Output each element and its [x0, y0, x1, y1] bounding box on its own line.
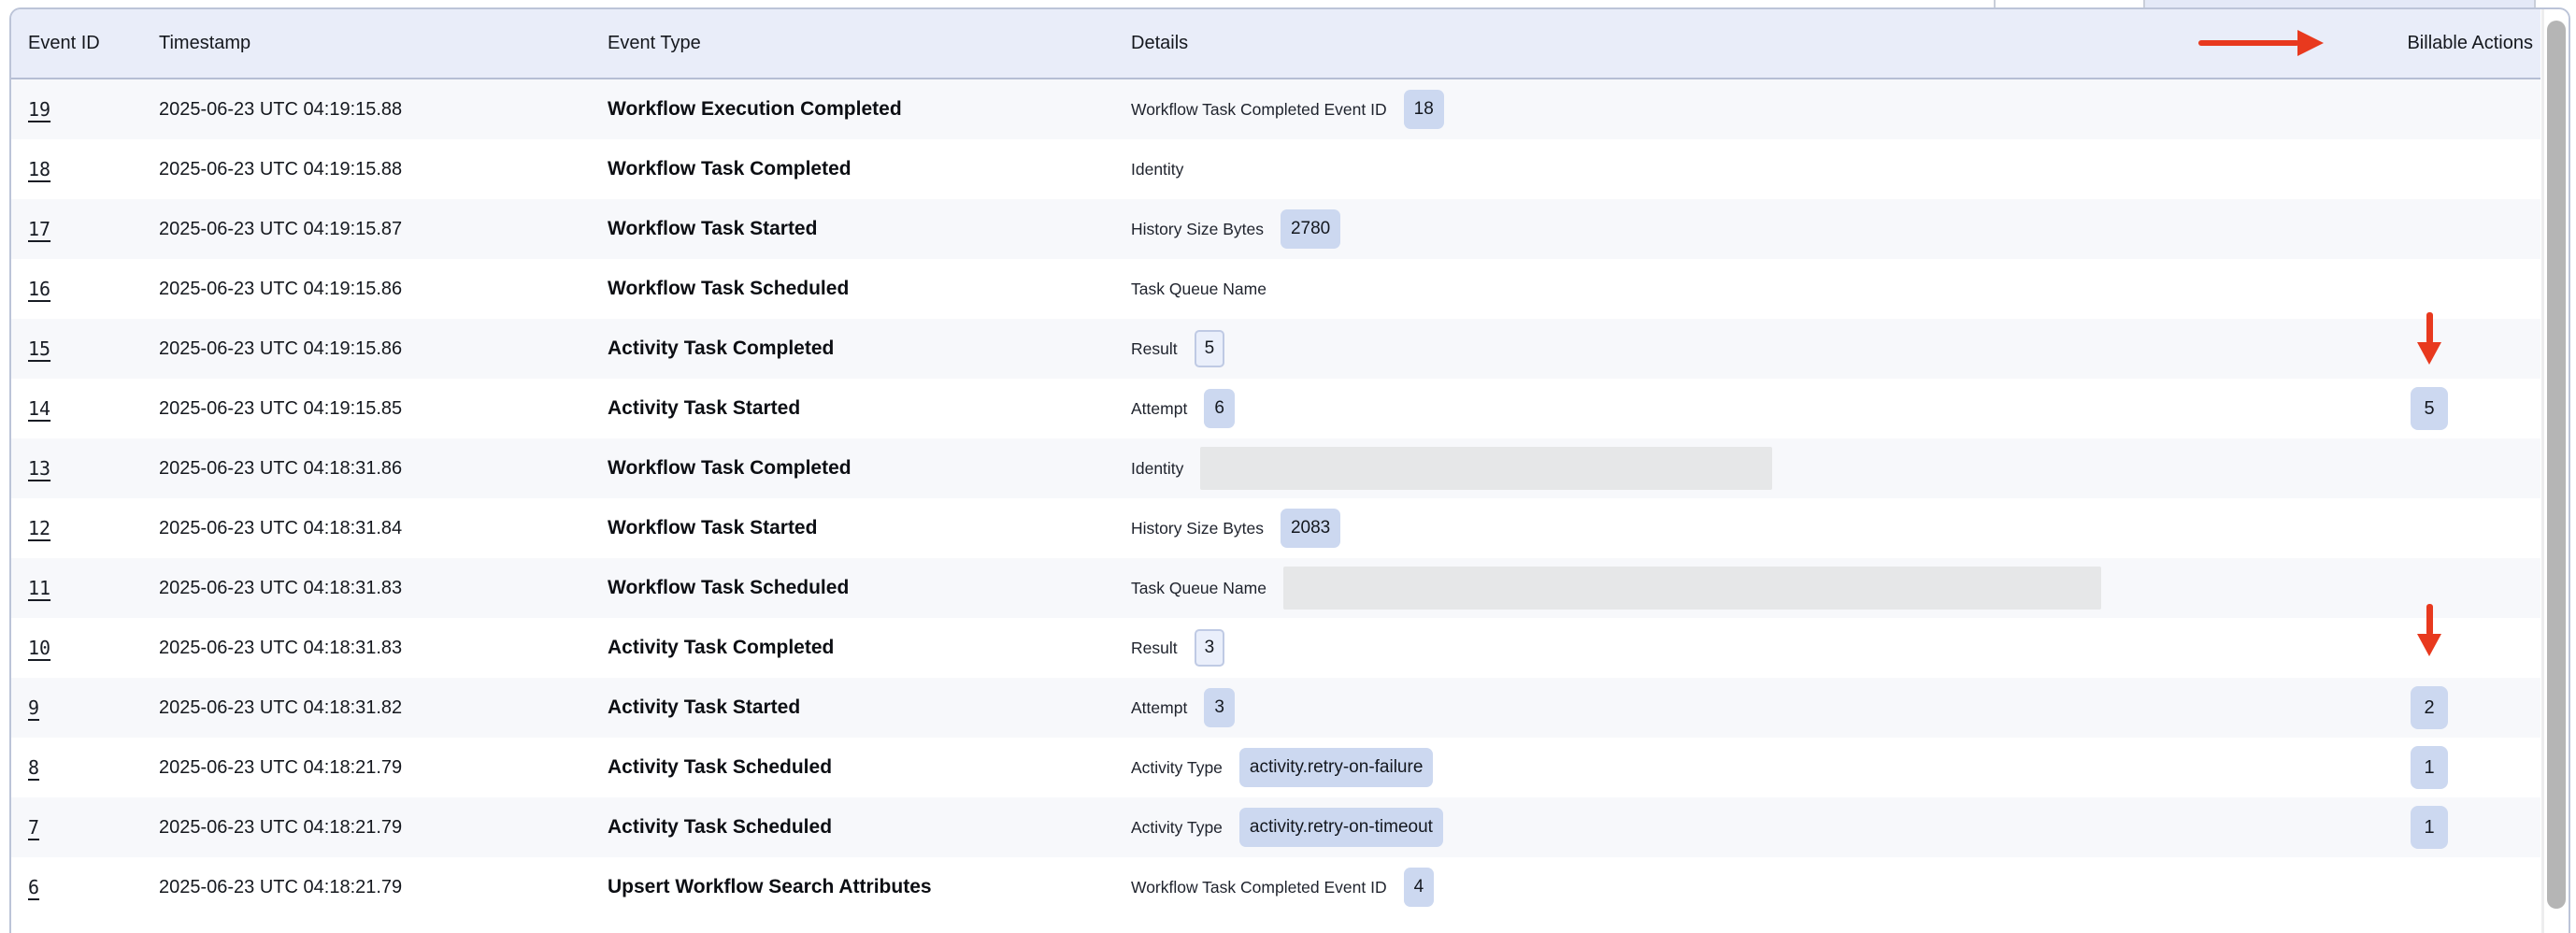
event-type: Workflow Task Completed	[608, 457, 852, 479]
redacted-value-block	[1283, 567, 2101, 610]
event-timestamp: 2025-06-23 UTC 04:18:31.84	[159, 518, 402, 538]
event-history-table: Event ID Timestamp Event Type Details Bi…	[9, 7, 2570, 933]
detail-value-badge: 2083	[1281, 509, 1340, 549]
event-timestamp: 2025-06-23 UTC 04:19:15.88	[159, 99, 402, 120]
event-id-link[interactable]: 15	[28, 337, 50, 360]
detail-label: Attempt	[1131, 399, 1187, 419]
event-id-link[interactable]: 18	[28, 158, 50, 180]
event-id-link[interactable]: 19	[28, 98, 50, 121]
event-timestamp: 2025-06-23 UTC 04:18:21.79	[159, 877, 402, 897]
event-type: Activity Task Started	[608, 397, 800, 419]
event-timestamp: 2025-06-23 UTC 04:18:21.79	[159, 757, 402, 778]
detail-value-badge: 3	[1204, 688, 1235, 728]
table-row[interactable]: 10 2025-06-23 UTC 04:18:31.83 Activity T…	[11, 618, 2540, 678]
table-row[interactable]: 11 2025-06-23 UTC 04:18:31.83 Workflow T…	[11, 558, 2540, 618]
detail-label: Workflow Task Completed Event ID	[1131, 878, 1387, 897]
table-row[interactable]: 16 2025-06-23 UTC 04:19:15.86 Workflow T…	[11, 259, 2540, 319]
billable-actions-value: 2	[2411, 686, 2448, 729]
detail-label: Result	[1131, 339, 1178, 359]
detail-value-badge: 6	[1204, 389, 1235, 429]
event-id-link[interactable]: 8	[28, 756, 39, 779]
table-row[interactable]: 14 2025-06-23 UTC 04:19:15.85 Activity T…	[11, 379, 2540, 438]
event-type: Workflow Task Started	[608, 517, 817, 538]
event-type: Activity Task Scheduled	[608, 816, 832, 838]
table-row[interactable]: 6 2025-06-23 UTC 04:18:21.79 Upsert Work…	[11, 857, 2540, 917]
detail-value-badge: 3	[1195, 629, 1225, 667]
detail-value-badge: 5	[1195, 330, 1225, 368]
table-header-row: Event ID Timestamp Event Type Details Bi…	[11, 9, 2540, 79]
detail-value-badge: 2780	[1281, 209, 1340, 250]
event-timestamp: 2025-06-23 UTC 04:18:21.79	[159, 817, 402, 838]
detail-label: Result	[1131, 639, 1178, 658]
event-timestamp: 2025-06-23 UTC 04:19:15.88	[159, 159, 402, 179]
event-timestamp: 2025-06-23 UTC 04:19:15.86	[159, 338, 402, 359]
column-header-timestamp: Timestamp	[159, 33, 608, 54]
table-row[interactable]: 8 2025-06-23 UTC 04:18:21.79 Activity Ta…	[11, 738, 2540, 797]
event-timestamp: 2025-06-23 UTC 04:18:31.86	[159, 458, 402, 479]
column-header-event-id: Event ID	[11, 33, 159, 54]
event-type: Workflow Task Started	[608, 218, 817, 239]
event-timestamp: 2025-06-23 UTC 04:18:31.83	[159, 578, 402, 598]
table-row[interactable]: 9 2025-06-23 UTC 04:18:31.82 Activity Ta…	[11, 678, 2540, 738]
detail-label: Task Queue Name	[1131, 579, 1267, 598]
detail-label: Task Queue Name	[1131, 280, 1267, 299]
scrollbar-track[interactable]	[2541, 9, 2569, 933]
table-row[interactable]: 15 2025-06-23 UTC 04:19:15.86 Activity T…	[11, 319, 2540, 379]
table-area: Event ID Timestamp Event Type Details Bi…	[11, 9, 2540, 917]
table-row[interactable]: 12 2025-06-23 UTC 04:18:31.84 Workflow T…	[11, 498, 2540, 558]
event-id-link[interactable]: 6	[28, 876, 39, 898]
event-id-link[interactable]: 11	[28, 577, 50, 599]
event-type: Workflow Task Completed	[608, 158, 852, 179]
event-id-link[interactable]: 9	[28, 696, 39, 719]
detail-value-badge: 4	[1404, 868, 1435, 908]
detail-label: Activity Type	[1131, 818, 1223, 838]
detail-label: Attempt	[1131, 698, 1187, 718]
event-type: Activity Task Completed	[608, 637, 834, 658]
detail-label: Workflow Task Completed Event ID	[1131, 100, 1387, 120]
event-timestamp: 2025-06-23 UTC 04:18:31.83	[159, 638, 402, 658]
event-type: Activity Task Scheduled	[608, 756, 832, 778]
detail-label: History Size Bytes	[1131, 519, 1264, 538]
table-row[interactable]: 17 2025-06-23 UTC 04:19:15.87 Workflow T…	[11, 199, 2540, 259]
event-timestamp: 2025-06-23 UTC 04:19:15.87	[159, 219, 402, 239]
event-type: Workflow Execution Completed	[608, 98, 902, 120]
event-timestamp: 2025-06-23 UTC 04:19:15.86	[159, 279, 402, 299]
table-body: 19 2025-06-23 UTC 04:19:15.88 Workflow E…	[11, 79, 2540, 917]
scrollbar-thumb[interactable]	[2547, 21, 2566, 909]
table-row[interactable]: 18 2025-06-23 UTC 04:19:15.88 Workflow T…	[11, 139, 2540, 199]
event-id-link[interactable]: 17	[28, 218, 50, 240]
billable-actions-value: 1	[2411, 806, 2448, 849]
event-id-link[interactable]: 12	[28, 517, 50, 539]
event-timestamp: 2025-06-23 UTC 04:19:15.85	[159, 398, 402, 419]
detail-label: Identity	[1131, 160, 1183, 179]
detail-value-badge: activity.retry-on-failure	[1239, 748, 1433, 788]
billable-actions-value: 1	[2411, 746, 2448, 789]
detail-label: History Size Bytes	[1131, 220, 1264, 239]
table-row[interactable]: 7 2025-06-23 UTC 04:18:21.79 Activity Ta…	[11, 797, 2540, 857]
event-type: Workflow Task Scheduled	[608, 577, 849, 598]
column-header-event-type: Event Type	[608, 33, 1131, 54]
event-id-link[interactable]: 14	[28, 397, 50, 420]
column-header-details: Details	[1131, 33, 2318, 54]
table-row[interactable]: 13 2025-06-23 UTC 04:18:31.86 Workflow T…	[11, 438, 2540, 498]
event-timestamp: 2025-06-23 UTC 04:18:31.82	[159, 697, 402, 718]
event-type: Workflow Task Scheduled	[608, 278, 849, 299]
event-type: Upsert Workflow Search Attributes	[608, 876, 932, 897]
detail-label: Activity Type	[1131, 758, 1223, 778]
detail-label: Identity	[1131, 459, 1183, 479]
detail-value-badge: activity.retry-on-timeout	[1239, 808, 1443, 848]
billable-actions-value: 5	[2411, 387, 2448, 430]
event-id-link[interactable]: 10	[28, 637, 50, 659]
event-id-link[interactable]: 16	[28, 278, 50, 300]
event-type: Activity Task Completed	[608, 337, 834, 359]
event-id-link[interactable]: 13	[28, 457, 50, 480]
event-type: Activity Task Started	[608, 696, 800, 718]
column-header-billable-actions: Billable Actions	[2318, 33, 2540, 54]
redacted-value-block	[1200, 447, 1772, 490]
event-id-link[interactable]: 7	[28, 816, 39, 839]
table-row[interactable]: 19 2025-06-23 UTC 04:19:15.88 Workflow E…	[11, 79, 2540, 139]
detail-value-badge: 18	[1404, 90, 1444, 130]
